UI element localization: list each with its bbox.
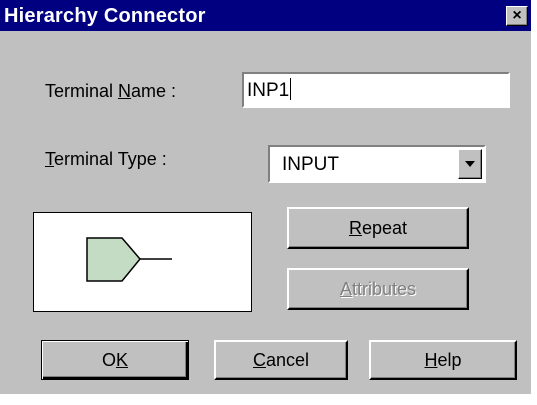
terminal-type-dropdown[interactable]: INPUT [268,145,486,183]
terminal-type-label: Terminal Type : [45,149,167,170]
attributes-button[interactable]: Attributes [287,268,469,310]
terminal-type-value: INPUT [282,154,339,175]
attributes-accel-key: A [339,279,352,299]
terminal-type-label-part: erminal Type : [54,149,167,169]
terminal-name-accel-key: N [118,81,132,101]
help-accel-key: H [424,350,438,370]
repeat-accel-key: R [348,218,362,238]
terminal-name-value: INP1 [247,80,290,101]
terminal-name-label-part: Terminal [45,81,119,101]
ok-button[interactable]: OK [41,340,189,380]
repeat-label: epeat [361,218,408,238]
cancel-button[interactable]: Cancel [214,340,348,380]
terminal-type-accel-key: T [45,149,54,169]
ok-accel-key: K [116,350,129,370]
terminal-shape [86,237,141,282]
close-button[interactable]: × [506,6,528,26]
chevron-down-icon [465,161,475,167]
dropdown-button[interactable] [458,149,482,179]
input-terminal-icon [86,237,172,282]
terminal-symbol-preview [33,212,252,312]
repeat-button[interactable]: Repeat [287,207,469,249]
ok-label: O [101,350,116,370]
terminal-name-input[interactable]: INP1 [242,72,510,108]
cancel-accel-key: C [252,350,266,370]
help-label: elp [437,350,462,370]
title-bar[interactable]: Hierarchy Connector × [0,0,531,31]
hierarchy-connector-dialog: Hierarchy Connector × Terminal Name : IN… [0,0,531,394]
text-caret [290,78,292,100]
close-icon: × [512,7,522,24]
attributes-label: ttributes [351,279,417,299]
cancel-label: ancel [265,350,310,370]
terminal-name-label: Terminal Name : [45,81,176,102]
help-button[interactable]: Help [369,340,517,380]
dialog-title: Hierarchy Connector [4,5,206,27]
terminal-name-label-part: ame : [131,81,177,101]
